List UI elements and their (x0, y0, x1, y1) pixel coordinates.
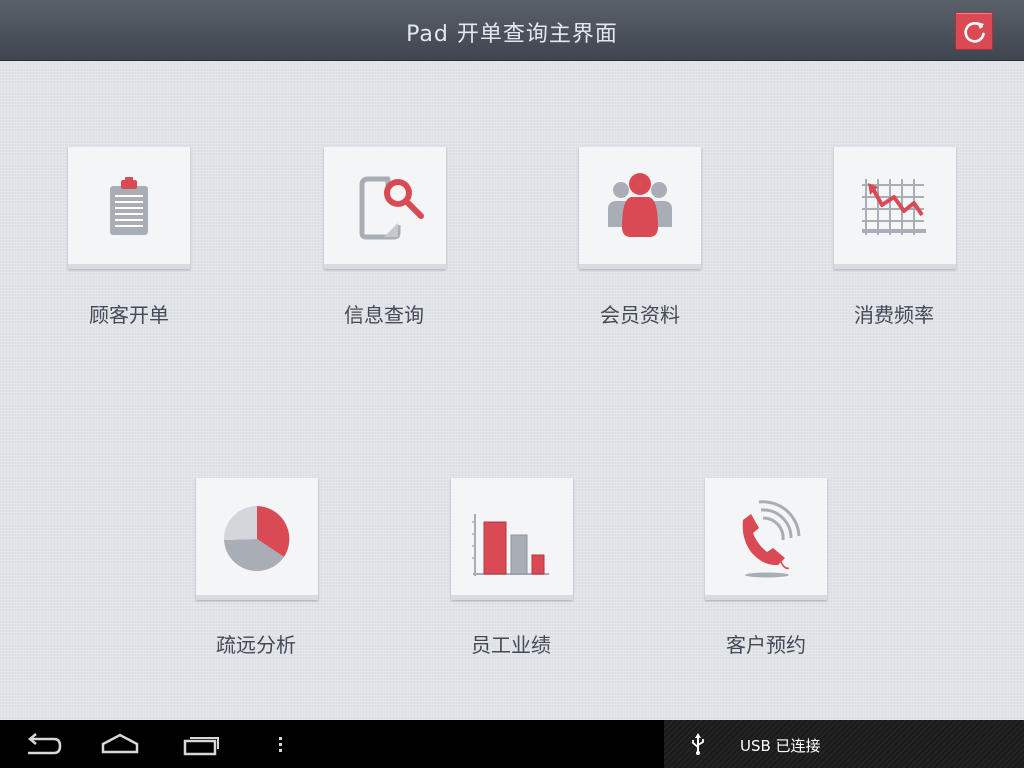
phone-icon (742, 500, 801, 578)
refresh-button[interactable] (955, 12, 993, 50)
pie-chart-icon (223, 506, 290, 572)
bar-chart-icon (472, 514, 549, 576)
member-profile-tile[interactable] (579, 147, 701, 269)
customer-appointment-label: 客户预约 (726, 633, 806, 657)
home-icon (101, 733, 139, 754)
main-grid: 顾客开单 信息查询 会员资料 消费频率 疏远分析 员工业绩 客户预约 (0, 61, 1024, 720)
info-query-label: 信息查询 (344, 303, 424, 327)
page-title: Pad 开单查询主界面 (406, 22, 618, 47)
status-area[interactable]: USB 已连接 (664, 720, 1024, 768)
clipboard-icon (110, 177, 148, 235)
consumption-frequency-tile[interactable] (834, 147, 956, 269)
back-icon (28, 733, 62, 755)
system-navigation-bar: USB 已连接 (0, 720, 1024, 768)
refresh-icon (964, 22, 985, 43)
members-icon (608, 173, 672, 237)
customer-appointment-tile[interactable] (705, 478, 827, 600)
member-profile-label: 会员资料 (600, 303, 680, 327)
home-button[interactable] (95, 720, 145, 768)
estrangement-analysis-label: 疏远分析 (216, 633, 296, 657)
menu-dots-icon (279, 737, 282, 752)
document-search-icon (359, 176, 424, 240)
title-bar: Pad 开单查询主界面 (0, 0, 1024, 61)
estrangement-analysis-tile[interactable] (196, 478, 318, 600)
usb-icon (692, 733, 704, 755)
customer-order-label: 顾客开单 (89, 303, 169, 327)
info-query-tile[interactable] (324, 147, 446, 269)
staff-performance-tile[interactable] (451, 478, 573, 600)
recent-apps-button[interactable] (178, 720, 224, 768)
consumption-frequency-label: 消费频率 (854, 303, 934, 327)
usb-status-text: USB 已连接 (740, 737, 821, 755)
menu-button[interactable] (270, 720, 292, 768)
trend-chart-icon (862, 179, 926, 235)
recent-apps-icon (183, 737, 219, 756)
staff-performance-label: 员工业绩 (471, 633, 551, 657)
customer-order-tile[interactable] (68, 147, 190, 269)
back-button[interactable] (14, 720, 70, 768)
